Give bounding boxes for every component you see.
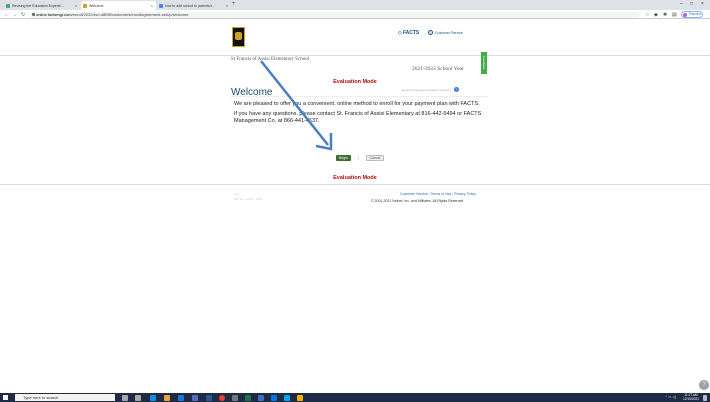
mail-icon[interactable] <box>178 394 184 401</box>
app-icon-3[interactable] <box>284 394 290 401</box>
task-view-icon[interactable] <box>122 394 128 401</box>
windows-taskbar: Type here to search ⌃ ▭ ◁) 11:17 AM 12/1… <box>0 393 710 402</box>
files-icon[interactable] <box>297 394 303 401</box>
annotation-arrow-line <box>260 60 329 146</box>
start-icon[interactable] <box>3 395 8 400</box>
excel-icon[interactable] <box>245 394 251 401</box>
chrome-icon[interactable] <box>219 394 225 401</box>
store-icon[interactable] <box>192 394 198 401</box>
notification-icon[interactable] <box>703 394 707 401</box>
app-icon[interactable] <box>135 394 141 401</box>
edge-icon[interactable] <box>150 394 156 401</box>
annotation-arrow <box>260 60 333 151</box>
taskbar-search[interactable]: Type here to search <box>15 394 115 401</box>
word-icon[interactable] <box>206 394 212 401</box>
tray-icons[interactable]: ⌃ ▭ ◁) <box>665 395 676 400</box>
outlook-icon[interactable] <box>271 394 277 401</box>
app-icon-2[interactable] <box>232 394 238 401</box>
teams-icon[interactable] <box>258 394 264 401</box>
clock[interactable]: 11:17 AM 12/15/2021 <box>683 393 699 401</box>
assistant-icon[interactable]: ? <box>699 380 709 390</box>
clock-date: 12/15/2021 <box>683 396 699 401</box>
file-explorer-icon[interactable] <box>164 394 170 401</box>
